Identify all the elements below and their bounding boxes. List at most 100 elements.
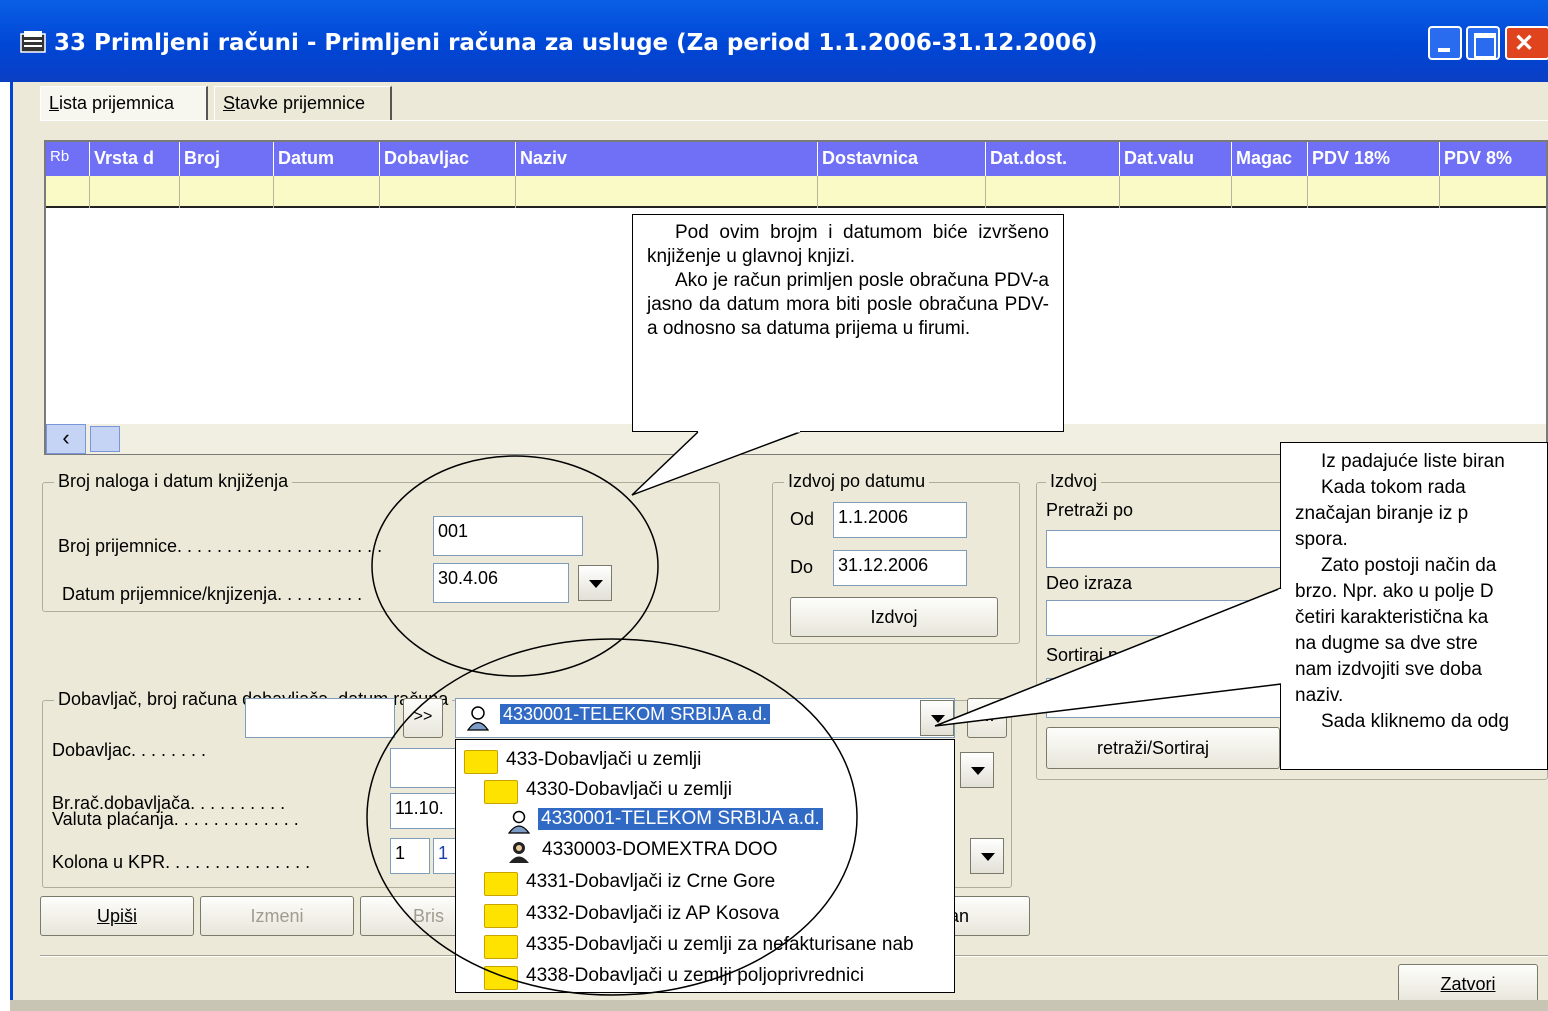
callout-booking-note: Pod ovim brojm i datumom biće izvršeno k… (632, 214, 1064, 432)
callout-line: Kada tokom rada (1321, 477, 1466, 498)
currency-date-input[interactable]: 11.10. (390, 793, 460, 829)
folder-icon (484, 904, 518, 928)
invoice-dropdown-arrow[interactable] (960, 752, 994, 788)
table-row[interactable] (46, 176, 1546, 208)
grid-cell[interactable] (1120, 176, 1232, 208)
grid-col-vrsta[interactable]: Vrsta d (90, 142, 180, 176)
list-item-label: 4330003-DOMEXTRA DOO (542, 839, 778, 860)
date-picker-dropdown[interactable] (578, 565, 612, 601)
grid-header: Rb Vrsta d Broj Datum Dobavljac Naziv Do… (46, 142, 1546, 176)
grid-cell[interactable] (1232, 176, 1308, 208)
supplier-label: Dobavljac. . . . . . . . (52, 740, 207, 760)
folder-icon (484, 780, 518, 804)
grid-cell[interactable] (90, 176, 180, 208)
grid-cell[interactable] (986, 176, 1120, 208)
search-sort-button[interactable]: retraži/Sortiraj (1046, 727, 1280, 769)
scroll-thumb[interactable] (90, 426, 120, 452)
maximize-button[interactable] (1466, 26, 1500, 60)
currency-date-label: Valuta plaćanja. . . . . . . . . . . . . (52, 809, 299, 829)
close-window-button[interactable] (1505, 26, 1548, 60)
grid-col-broj[interactable]: Broj (180, 142, 274, 176)
tab-stavke-prijemnice[interactable]: Stavke prijemnice (214, 86, 392, 120)
list-item-label: 4335-Dobavljači u zemlji za nefakturisan… (526, 934, 914, 955)
kpr-column-label: Kolona u KPR. . . . . . . . . . . . . . … (52, 852, 311, 872)
list-item-label: 4331-Dobavljači iz Crne Gore (526, 871, 776, 892)
expression-input[interactable] (1046, 600, 1282, 636)
close-button-label: Zatvori (1440, 974, 1496, 994)
grid-col-naziv[interactable]: Naziv (516, 142, 818, 176)
date-to-field[interactable]: 31.12.2006 (833, 550, 967, 586)
grid-cell[interactable] (516, 176, 818, 208)
grid-cell[interactable] (380, 176, 516, 208)
callout-line: četiri karakteristična ka (1295, 607, 1489, 628)
date-to-label: Do (790, 557, 814, 577)
grid-cell[interactable] (818, 176, 986, 208)
date-filter-title: Izdvoj po datumu (784, 471, 930, 492)
grid-col-dobavljac[interactable]: Dobavljac (380, 142, 516, 176)
grid-cell[interactable] (1308, 176, 1440, 208)
app-icon (20, 31, 46, 53)
supplier-selected-text: 4330001-TELEKOM SRBIJA a.d. (500, 704, 771, 724)
edit-button[interactable]: Izmeni (200, 896, 354, 936)
booking-group-title: Broj naloga i datum knjiženja (54, 471, 293, 492)
callout-paragraph: Pod ovim brojm i datumom biće izvršeno k… (647, 222, 1049, 267)
grid-col-dat-dost[interactable]: Dat.dost. (986, 142, 1120, 176)
callout-line: Iz padajuće liste biran (1321, 451, 1505, 472)
grid-col-dostavnica[interactable]: Dostavnica (818, 142, 986, 176)
callout-line: nam izdvojiti sve doba (1295, 659, 1482, 680)
list-item-label: 4332-Dobavljači iz AP Kosova (526, 903, 780, 924)
write-button-label: Upiši (96, 906, 137, 926)
receipt-number-label: Broj prijemnice. . . . . . . . . . . . .… (58, 536, 383, 556)
tab-lista-prijemnica[interactable]: Lista prijemnica (40, 86, 208, 120)
window-title: 33 Primljeni računi - Primljeni računa z… (54, 30, 1098, 56)
receipt-number-field[interactable]: 001 (433, 516, 583, 556)
supplier-select[interactable]: 4330001-TELEKOM SRBIJA a.d. (455, 698, 955, 738)
grid-col-datum[interactable]: Datum (274, 142, 380, 176)
date-from-field[interactable]: 1.1.2006 (833, 502, 967, 538)
person-icon (466, 706, 490, 731)
forward-button[interactable]: >> (403, 698, 443, 738)
kpr-dropdown-arrow[interactable] (970, 838, 1004, 874)
grid-col-pdv18[interactable]: PDV 18% (1308, 142, 1440, 176)
folder-icon (484, 872, 518, 896)
grid-col-magac[interactable]: Magac (1232, 142, 1308, 176)
search-by-label: Pretraži po (1046, 500, 1134, 520)
delete-button[interactable]: Bris (360, 896, 460, 936)
supplier-code-input[interactable] (245, 698, 395, 738)
scroll-left-icon[interactable]: ‹ (46, 424, 86, 454)
supplier-browse-button[interactable]: ... (967, 698, 1007, 738)
write-button[interactable]: Upiši (40, 896, 194, 936)
grid-col-dat-valu[interactable]: Dat.valu (1120, 142, 1232, 176)
callout-paragraph: Ako je račun primljen posle obračuna PDV… (647, 270, 1049, 339)
search-by-select[interactable] (1046, 530, 1282, 568)
minimize-button[interactable] (1428, 26, 1462, 60)
sort-by-select[interactable] (1046, 678, 1282, 718)
callout-line: brzo. Npr. ako u polje D (1295, 581, 1494, 602)
window-bottom-edge (10, 1000, 1548, 1011)
grid-cell[interactable] (180, 176, 274, 208)
supplier-dropdown-list[interactable]: 433-Dobavljači u zemlji 4330-Dobavljači … (455, 739, 955, 993)
grid-cell[interactable] (46, 176, 90, 208)
grid-col-rb[interactable]: Rb (46, 142, 90, 176)
folder-icon (484, 935, 518, 959)
title-bar[interactable]: 33 Primljeni računi - Primljeni računa z… (0, 0, 1548, 82)
partial-button[interactable]: an (948, 896, 1030, 936)
izdvoj-button[interactable]: Izdvoj (790, 597, 998, 637)
close-button[interactable]: Zatvori (1398, 964, 1538, 1004)
list-item-label: 4330-Dobavljači u zemlji (526, 779, 732, 800)
callout-line: spora. (1295, 529, 1348, 550)
receipt-date-field[interactable]: 30.4.06 (433, 563, 569, 603)
sort-by-label: Sortiraj po (1046, 645, 1129, 665)
expression-label: Deo izraza (1046, 573, 1133, 593)
folder-icon (484, 966, 518, 990)
callout-line: Zato postoji način da (1321, 555, 1497, 576)
receipt-date-label: Datum prijemnice/knjizenja. . . . . . . … (62, 584, 363, 604)
invoice-number-input[interactable] (390, 748, 460, 788)
grid-cell[interactable] (274, 176, 380, 208)
grid-col-pdv8[interactable]: PDV 8% (1440, 142, 1548, 176)
supplier-dropdown-arrow[interactable] (920, 700, 954, 736)
kpr-column-input[interactable]: 1 (390, 838, 430, 874)
list-item-label: 433-Dobavljači u zemlji (506, 749, 702, 770)
date-from-label: Od (790, 509, 815, 529)
person-icon (509, 842, 529, 863)
